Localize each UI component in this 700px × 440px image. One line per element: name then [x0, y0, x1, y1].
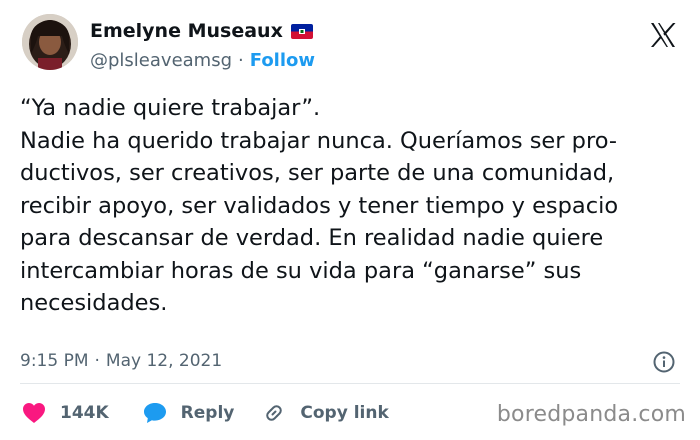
- name-row: Emelyne Museaux: [90, 18, 315, 44]
- tweet-line: necesidades.: [20, 290, 168, 316]
- tweet-date: May 12, 2021: [105, 351, 223, 371]
- handle-separator: ·: [238, 49, 244, 71]
- tweet-line: Nadie ha querido trabajar nunca. Queríam…: [20, 127, 618, 154]
- tweet-line: intercambiar horas de su vida para “gana…: [20, 257, 582, 284]
- author-handle[interactable]: @plsleaveamsg: [90, 50, 232, 71]
- handle-row: @plsleaveamsg · Follow: [90, 47, 315, 73]
- tweet-line: ductivos, ser creativos, ser parte de un…: [20, 160, 615, 186]
- tweet-text: “Ya nadie quiere trabajar”. Nadie ha que…: [20, 92, 682, 320]
- copy-link-button[interactable]: Copy link: [262, 401, 389, 425]
- reply-button[interactable]: Reply: [143, 402, 235, 424]
- like-count: 144K: [60, 403, 109, 423]
- tweet-time: 9:15 PM: [20, 351, 89, 371]
- reply-bubble-icon: [143, 403, 166, 423]
- tweet-line: recibir apoyo, ser validados y tener tie…: [20, 192, 619, 219]
- info-icon[interactable]: [652, 350, 676, 374]
- tweet-line: para descansar de verdad. En realidad na…: [20, 225, 604, 251]
- like-button[interactable]: 144K: [22, 402, 109, 424]
- tweet-timestamp[interactable]: 9:15 PM · May 12, 2021: [20, 349, 222, 373]
- timestamp-separator: ·: [94, 351, 100, 371]
- x-logo-icon[interactable]: [648, 20, 678, 50]
- tweet-line: “Ya nadie quiere trabajar”.: [20, 95, 321, 121]
- watermark: boredpanda.com: [496, 402, 686, 427]
- copy-link-label: Copy link: [300, 403, 389, 423]
- follow-button[interactable]: Follow: [250, 50, 315, 71]
- divider: [20, 383, 680, 384]
- reply-label: Reply: [180, 403, 235, 423]
- heart-icon: [23, 403, 45, 423]
- link-icon: [266, 405, 283, 421]
- action-bar: 144K Reply Copy link: [22, 399, 389, 427]
- author-info: Emelyne Museaux @plsleaveamsg · Follow: [90, 18, 315, 73]
- tweet-header: Emelyne Museaux @plsleaveamsg · Follow: [22, 14, 678, 78]
- haiti-flag-icon: [290, 23, 313, 39]
- avatar-image: [22, 14, 78, 70]
- author-display-name[interactable]: Emelyne Museaux: [90, 20, 283, 42]
- avatar[interactable]: [22, 14, 78, 70]
